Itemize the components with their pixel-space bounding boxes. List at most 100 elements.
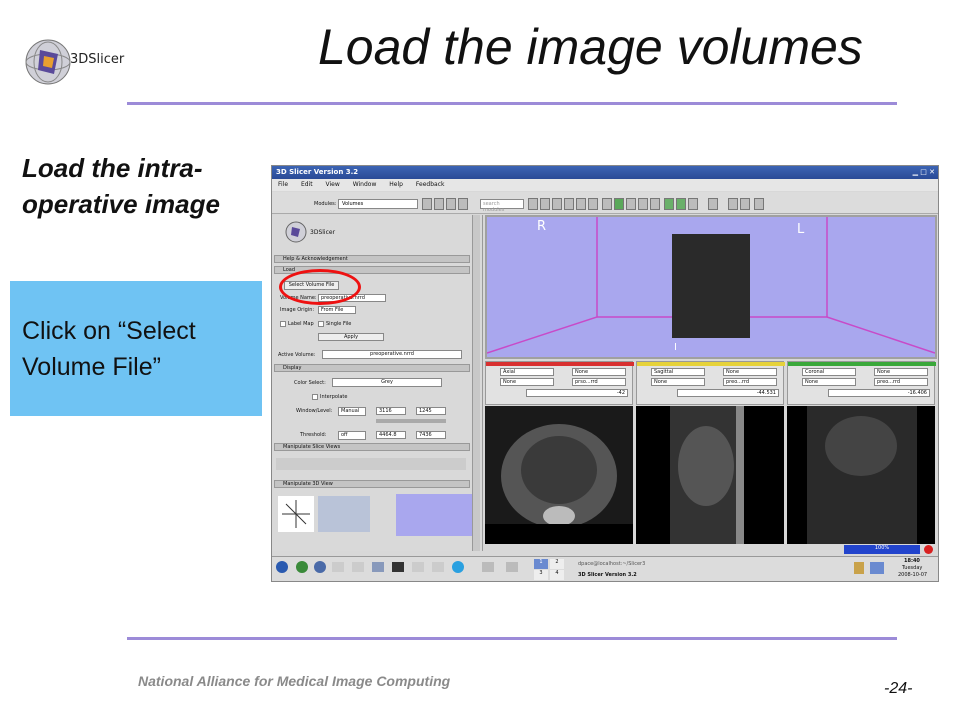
taskbar-item-terminal[interactable]: dpace@localhost:~/Slicer3 (578, 561, 645, 567)
cancel-icon[interactable] (924, 545, 933, 554)
tool-icon[interactable] (638, 198, 648, 210)
forward-icon[interactable] (434, 198, 444, 210)
menu-window[interactable]: Window (353, 181, 377, 188)
threshold-high-field[interactable]: 7436 (416, 431, 446, 439)
coronal-slice-controls: Coronal None None preo...rrd -16.406 (787, 361, 936, 405)
tool-icon[interactable] (576, 198, 586, 210)
orientation-label-l: L (797, 222, 805, 237)
coronal-offset-field[interactable]: -16.406 (828, 389, 930, 397)
sagittal-slice-view[interactable] (636, 406, 784, 544)
back-icon[interactable] (422, 198, 432, 210)
window-level-slider[interactable] (376, 419, 446, 423)
tool-icon[interactable] (602, 198, 612, 210)
workspace-2[interactable]: 2 (550, 559, 564, 569)
sagittal-fg-select[interactable]: None (723, 368, 777, 376)
sagittal-orientation-select[interactable]: Sagittal (651, 368, 705, 376)
workspace-3[interactable]: 3 (534, 570, 548, 580)
app-icon[interactable] (372, 562, 384, 572)
taskbar-item-slicer[interactable]: 3D Slicer Version 3.2 (578, 572, 637, 578)
network-icon[interactable] (870, 562, 884, 574)
save-icon[interactable] (446, 198, 456, 210)
axial-bg-select[interactable]: prso...rrd (572, 378, 626, 386)
level-field[interactable]: 1245 (416, 407, 446, 415)
menu-edit[interactable]: Edit (301, 181, 313, 188)
maximize-icon[interactable]: □ (920, 168, 927, 176)
interpolate-checkbox[interactable] (312, 394, 318, 400)
apply-button[interactable]: Apply (318, 333, 384, 341)
tool-icon[interactable] (614, 198, 624, 210)
terminal-icon[interactable] (392, 562, 404, 572)
label-map-checkbox[interactable] (280, 321, 286, 327)
modules-dropdown[interactable]: Volumes (338, 199, 418, 209)
manipulate-3d-section-header[interactable]: Manipulate 3D View (274, 480, 470, 488)
coronal-slice-view[interactable] (787, 406, 935, 544)
display-section-header[interactable]: Display (274, 364, 470, 372)
pointer-icon[interactable] (728, 198, 738, 210)
coronal-orientation-select[interactable]: Coronal (802, 368, 856, 376)
workspace-1[interactable]: 1 (534, 559, 548, 569)
panel-scrollbar[interactable] (472, 215, 480, 551)
single-file-checkbox[interactable] (318, 321, 324, 327)
color-select-dropdown[interactable]: Grey (332, 378, 442, 387)
window-controls[interactable]: ▁ □ ✕ (913, 168, 935, 176)
tool-icon[interactable] (552, 198, 562, 210)
tool-icon[interactable] (650, 198, 660, 210)
tray-icon[interactable] (854, 562, 864, 574)
help-section-header[interactable]: Help & Acknowledgement (274, 255, 470, 263)
active-volume-select[interactable]: preoperative.nrrd (322, 350, 462, 359)
manipulate-slice-section-header[interactable]: Manipulate Slice Views (274, 443, 470, 451)
axial-offset-field[interactable]: -42 (526, 389, 628, 397)
minimize-icon[interactable]: ▁ (913, 168, 918, 176)
coronal-bg-select[interactable]: preo...rrd (874, 378, 928, 386)
app-icon[interactable] (432, 562, 444, 572)
progress-bar: 100% (844, 545, 920, 554)
3d-navigation-widget-icon[interactable] (278, 496, 314, 532)
threshold-low-field[interactable]: 4464.8 (376, 431, 406, 439)
layout-icon[interactable] (458, 198, 468, 210)
sagittal-bg-select[interactable]: preo...rrd (723, 378, 777, 386)
fedora-icon[interactable] (276, 561, 288, 573)
app-icon[interactable] (332, 562, 344, 572)
3d-view-tools[interactable] (318, 496, 370, 532)
axial-fg-select[interactable]: None (572, 368, 626, 376)
window-level-mode[interactable]: Manual (338, 407, 366, 416)
tool-icon[interactable] (626, 198, 636, 210)
module-search-input[interactable]: search modules (480, 199, 524, 213)
sagittal-label-select[interactable]: None (651, 378, 705, 386)
app-icon[interactable] (482, 562, 494, 572)
skype-icon[interactable] (452, 561, 464, 573)
menu-view[interactable]: View (326, 181, 340, 188)
view-icon[interactable] (708, 198, 718, 210)
app-icon[interactable] (412, 562, 424, 572)
app-icon[interactable] (352, 562, 364, 572)
axial-orientation-select[interactable]: Axial (500, 368, 554, 376)
slice-view-tools[interactable] (276, 458, 466, 470)
axial-label-select[interactable]: None (500, 378, 554, 386)
search-icon[interactable] (528, 198, 538, 210)
browser-icon[interactable] (296, 561, 308, 573)
tool-icon[interactable] (688, 198, 698, 210)
menu-feedback[interactable]: Feedback (416, 181, 445, 188)
interpolate-label: Interpolate (320, 394, 348, 400)
coronal-label-select[interactable]: None (802, 378, 856, 386)
mail-icon[interactable] (314, 561, 326, 573)
window-field[interactable]: 3116 (376, 407, 406, 415)
sagittal-offset-field[interactable]: -44.531 (677, 389, 779, 397)
workspace-4[interactable]: 4 (550, 570, 564, 580)
bottom-divider (127, 637, 897, 640)
undo-icon[interactable] (664, 198, 674, 210)
menu-file[interactable]: File (278, 181, 288, 188)
coronal-fg-select[interactable]: None (874, 368, 928, 376)
close-icon[interactable]: ✕ (929, 168, 935, 176)
pick-icon[interactable] (754, 198, 764, 210)
app-icon[interactable] (506, 562, 518, 572)
redo-icon[interactable] (676, 198, 686, 210)
axial-slice-view[interactable] (485, 406, 633, 544)
tool-icon[interactable] (564, 198, 574, 210)
tool-icon[interactable] (540, 198, 550, 210)
threshold-mode[interactable]: off (338, 431, 366, 440)
menu-help[interactable]: Help (389, 181, 403, 188)
tool-icon[interactable] (588, 198, 598, 210)
place-icon[interactable] (740, 198, 750, 210)
image-origin-select[interactable]: From File (318, 306, 356, 314)
